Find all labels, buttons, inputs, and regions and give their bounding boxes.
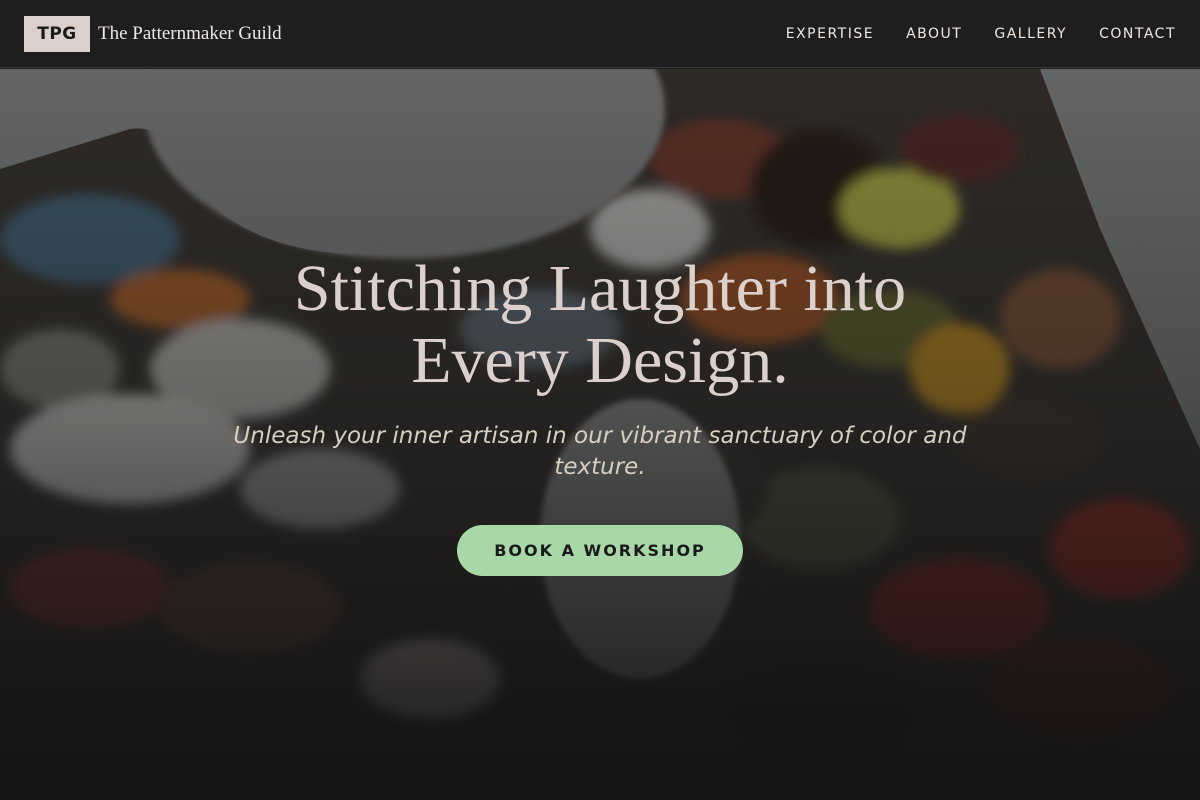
book-workshop-button[interactable]: BOOK A WORKSHOP	[457, 525, 743, 576]
hero-section: Stitching Laughter into Every Design. Un…	[0, 69, 1200, 800]
nav-link-expertise[interactable]: EXPERTISE	[786, 26, 874, 42]
nav-link-about[interactable]: ABOUT	[906, 26, 962, 42]
hero-content: Stitching Laughter into Every Design. Un…	[0, 69, 1200, 800]
brand[interactable]: TPG The Patternmaker Guild	[24, 15, 282, 52]
nav-link-gallery[interactable]: GALLERY	[994, 26, 1067, 42]
brand-name[interactable]: The Patternmaker Guild	[98, 23, 282, 45]
hero-headline: Stitching Laughter into Every Design.	[293, 252, 907, 397]
logo[interactable]: TPG	[24, 15, 90, 52]
hero-subtitle: Unleash your inner artisan in our vibran…	[233, 423, 967, 480]
nav-link-contact[interactable]: CONTACT	[1099, 26, 1176, 42]
main-nav: EXPERTISE ABOUT GALLERY CONTACT	[786, 26, 1176, 42]
top-navigation-bar: TPG The Patternmaker Guild EXPERTISE ABO…	[0, 0, 1200, 68]
